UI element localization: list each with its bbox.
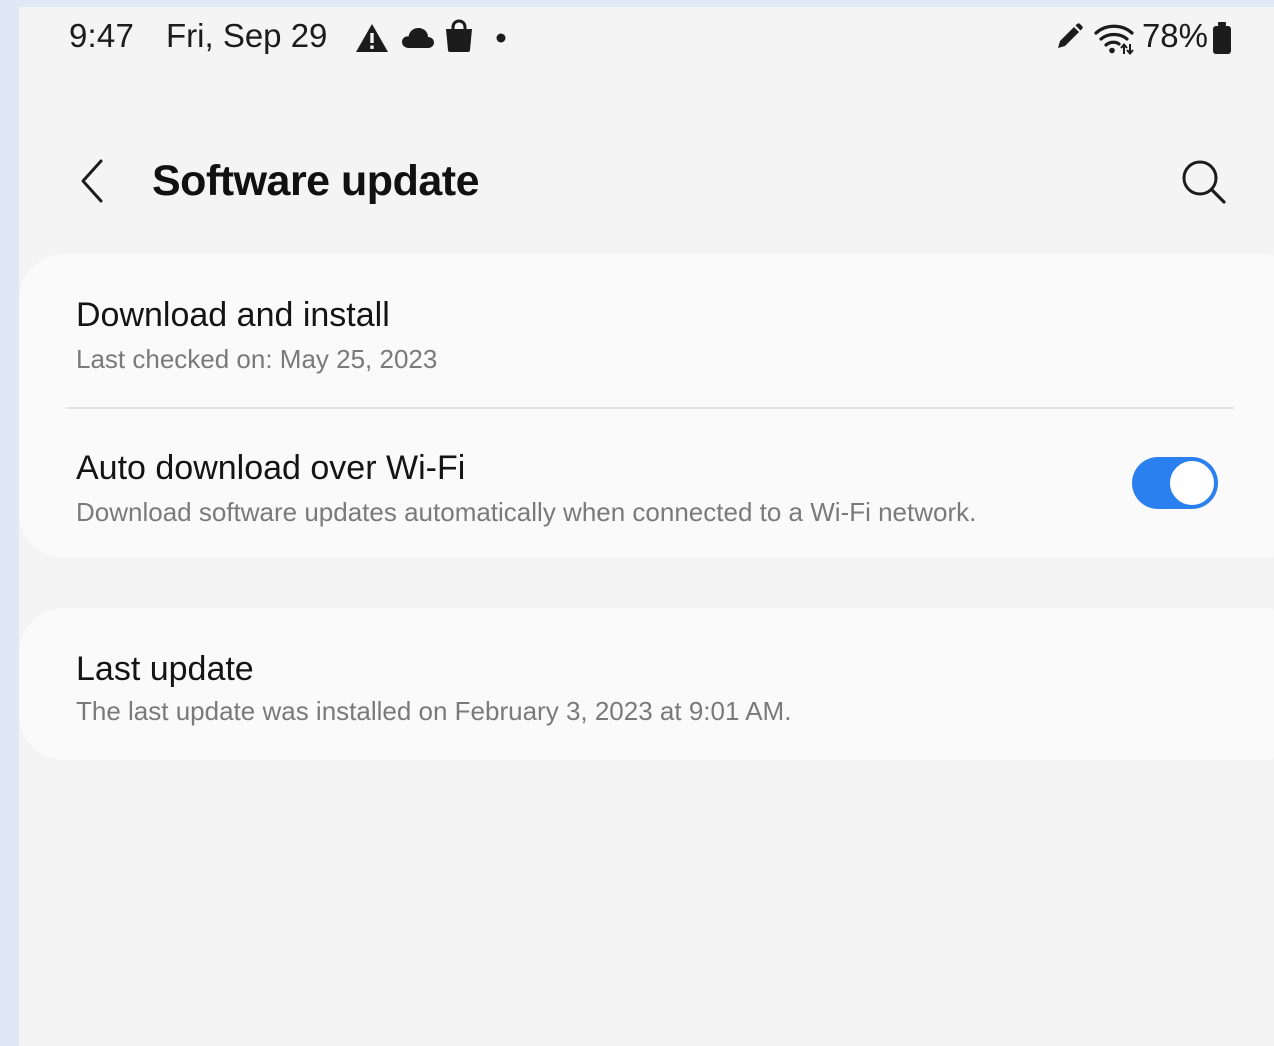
status-time: 9:47 [69, 17, 135, 54]
battery-percentage: 78% [1141, 17, 1208, 54]
battery-icon [1213, 22, 1231, 54]
toggle-knob [1168, 459, 1216, 507]
cloud-icon [402, 28, 434, 48]
shopping-bag-icon [446, 19, 472, 52]
app-header: Software update [19, 127, 1274, 237]
auto-download-title: Auto download over Wi-Fi [76, 449, 466, 487]
phone-screen: 9:47 Fri, Sep 29 78% Software update Dow… [19, 7, 1274, 1046]
auto-download-toggle[interactable] [1132, 457, 1218, 509]
download-and-install-title: Download and install [76, 296, 390, 334]
pen-icon [1058, 23, 1083, 48]
last-update-title: Last update [76, 650, 254, 688]
search-icon [1182, 160, 1226, 204]
last-update-card: Last update The last update was installe… [19, 608, 1274, 760]
auto-download-description: Download software updates automatically … [76, 497, 977, 527]
download-and-install-row[interactable]: Download and install Last checked on: Ma… [19, 254, 1274, 406]
page-title: Software update [152, 157, 480, 205]
wifi-icon [1094, 24, 1134, 55]
search-button[interactable] [1177, 155, 1229, 207]
updates-card: Download and install Last checked on: Ma… [19, 254, 1274, 558]
back-button[interactable] [67, 153, 119, 209]
last-checked-text: Last checked on: May 25, 2023 [76, 344, 438, 374]
auto-download-wifi-row[interactable]: Auto download over Wi-Fi Download softwa… [19, 409, 1274, 558]
status-bar: 9:47 Fri, Sep 29 78% [19, 7, 1274, 67]
status-date: Fri, Sep 29 [166, 17, 328, 54]
last-update-description: The last update was installed on Februar… [76, 696, 792, 726]
chevron-left-icon [81, 159, 103, 203]
warning-icon [356, 24, 388, 52]
notification-dot-icon [496, 33, 506, 43]
last-update-row[interactable]: Last update The last update was installe… [19, 608, 1274, 760]
